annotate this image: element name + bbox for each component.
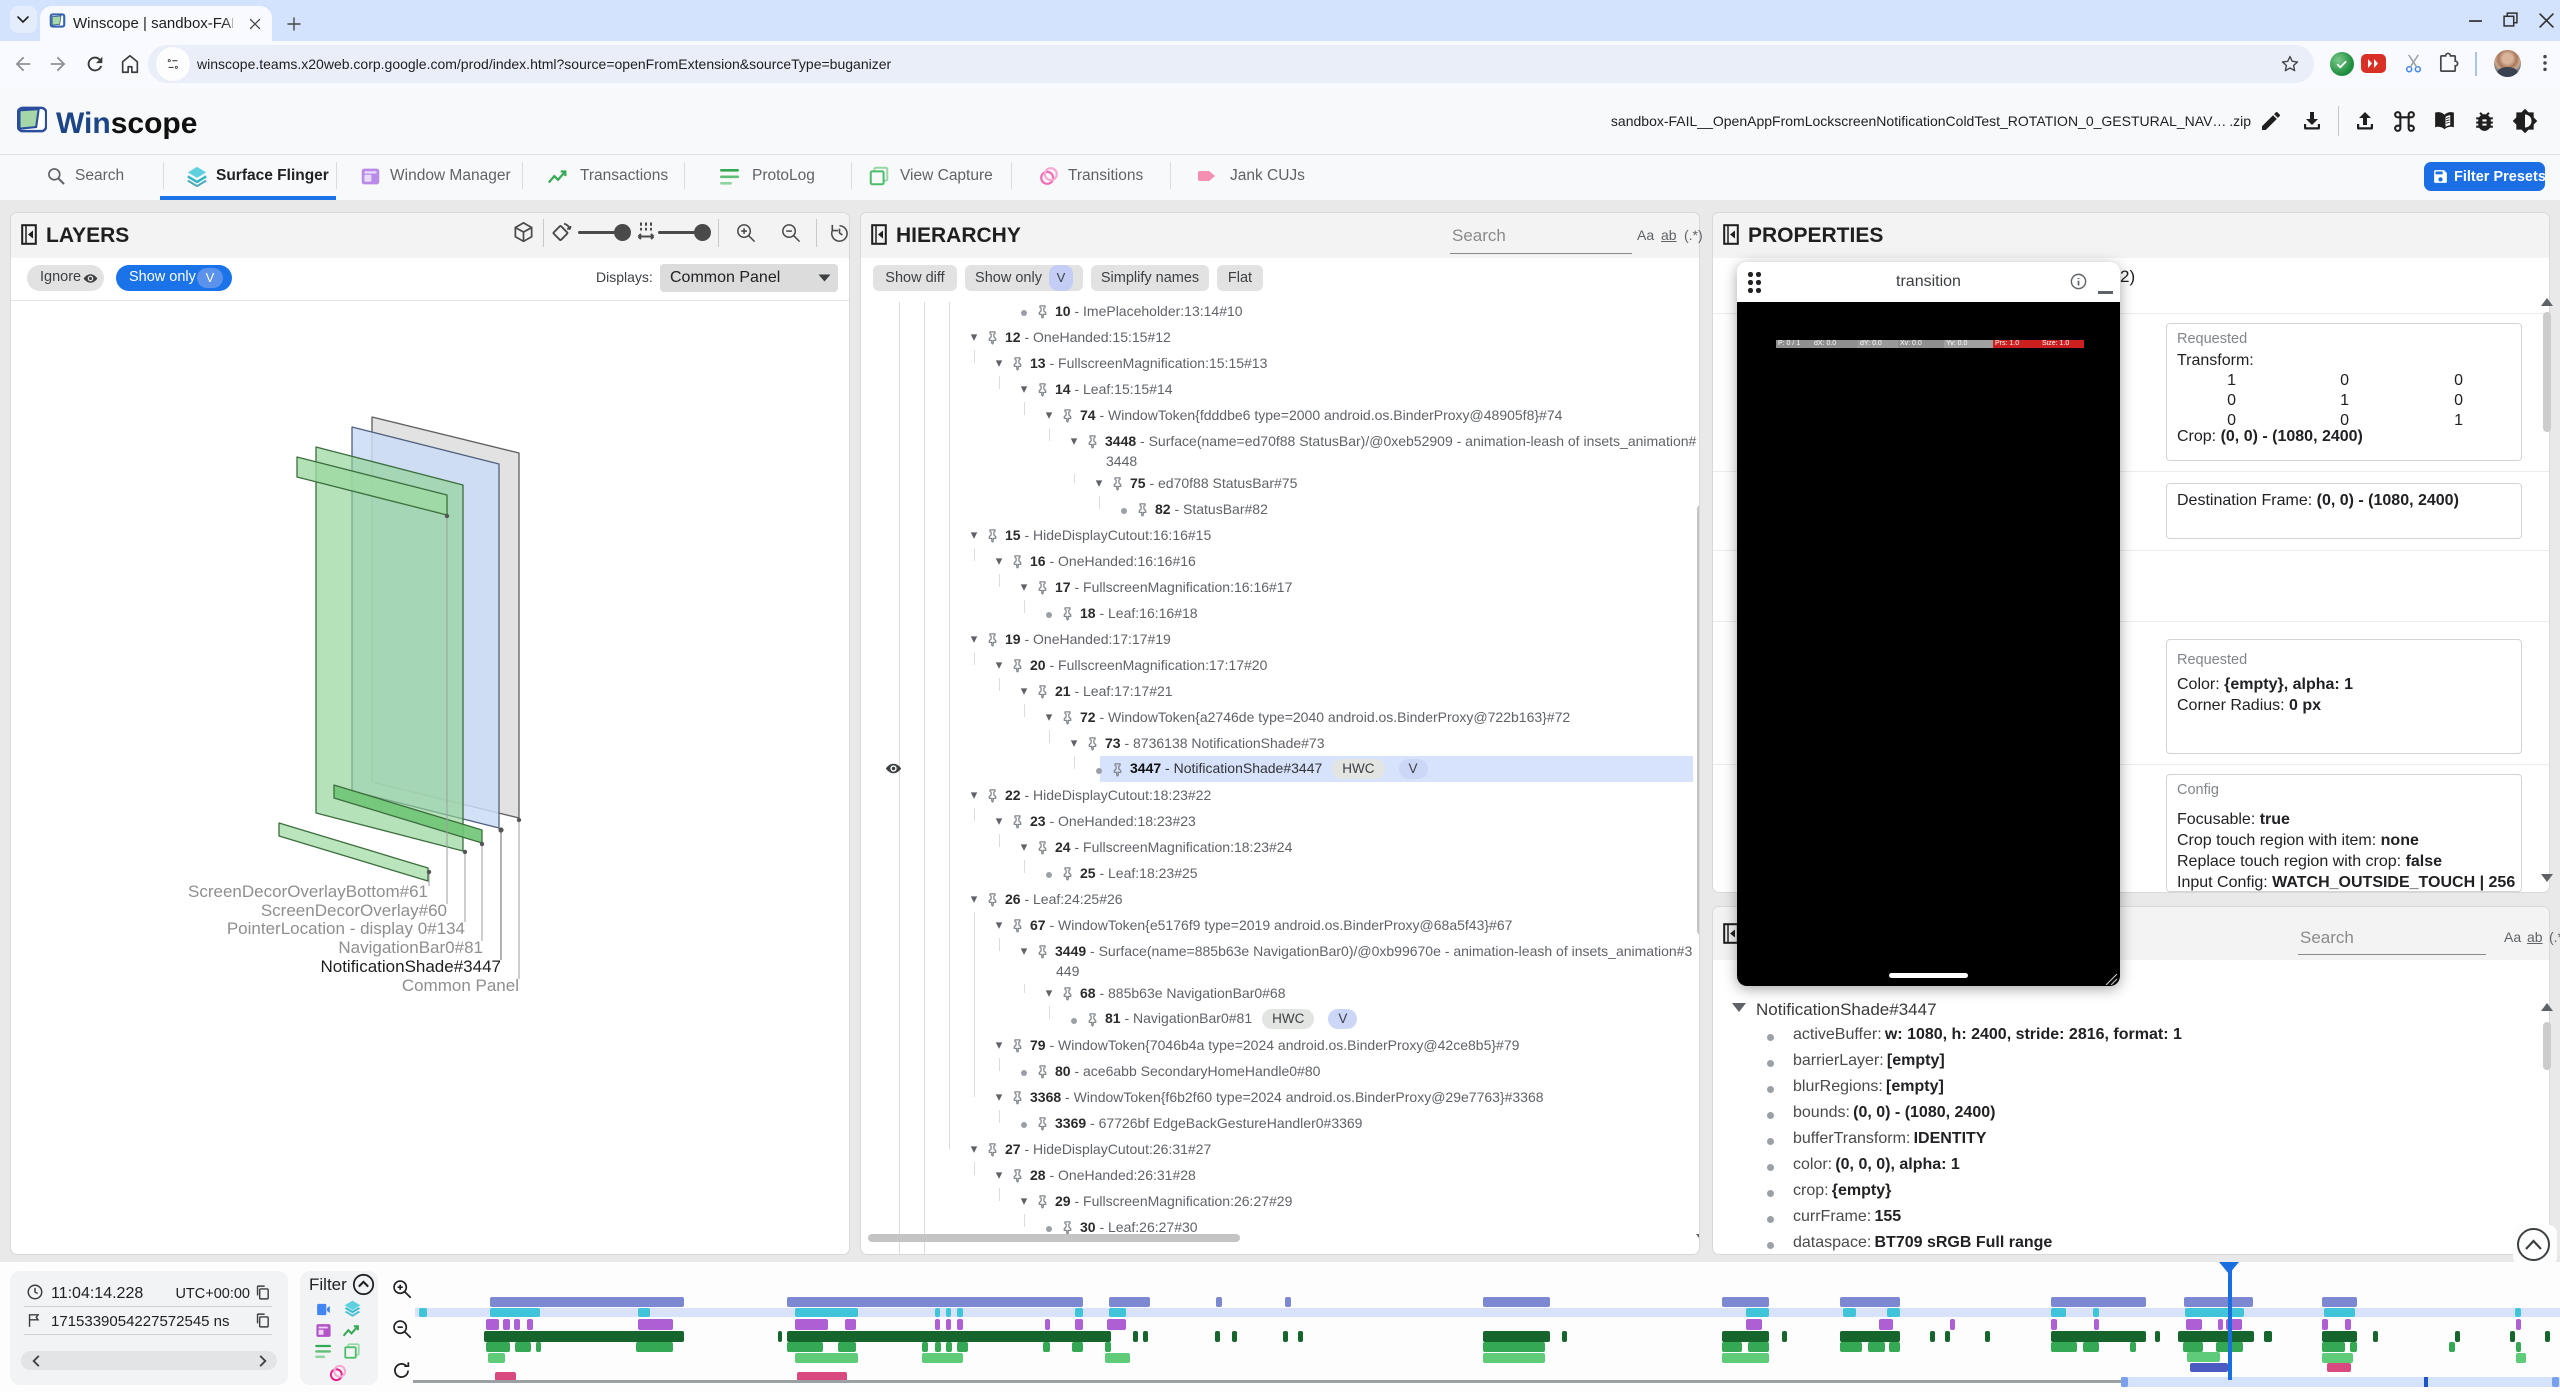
svg-text:Common Panel: Common Panel [402,976,519,995]
svg-text:PointerLocation - display 0#13: PointerLocation - display 0#134 [227,919,465,938]
svg-text:NavigationBar0#81: NavigationBar0#81 [338,938,483,957]
svg-text:NotificationShade#3447: NotificationShade#3447 [320,957,501,976]
svg-text:ScreenDecorOverlay#60: ScreenDecorOverlay#60 [261,901,447,920]
svg-text:ScreenDecorOverlayBottom#61: ScreenDecorOverlayBottom#61 [188,882,428,901]
